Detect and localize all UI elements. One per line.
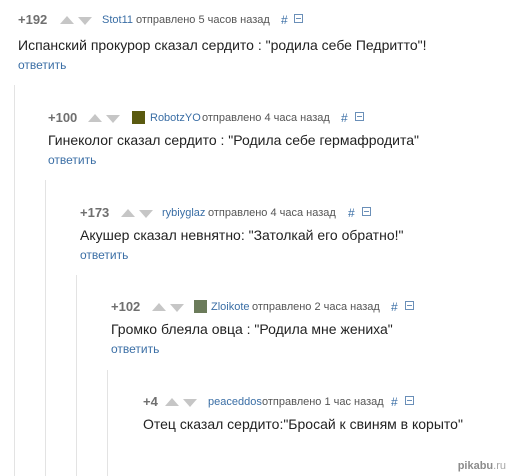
thread-line (76, 275, 77, 476)
collapse-thread-icon[interactable] (355, 112, 364, 121)
downvote-arrow-icon[interactable] (170, 304, 184, 312)
comment-permalink[interactable]: # (391, 394, 398, 410)
user-avatar (194, 300, 207, 313)
comment-text: Испанский прокурор сказал сердито : "род… (18, 37, 427, 53)
comment-timestamp: отправлено 4 часа назад (202, 112, 330, 124)
comment-timestamp: отправлено 5 часов назад (136, 14, 270, 26)
reply-link[interactable]: ответить (111, 342, 159, 356)
comment-permalink[interactable]: # (348, 205, 355, 221)
downvote-arrow-icon[interactable] (183, 399, 197, 407)
thread-line (14, 85, 15, 476)
comment-rating: +192 (18, 12, 48, 27)
comment-text: Громко блеяла овца : "Родила мне жениха" (111, 321, 393, 337)
comment-rating: +4 (143, 394, 158, 409)
thread-line (45, 180, 46, 476)
comment-permalink[interactable]: # (391, 299, 398, 315)
comment-author-link[interactable]: Stot11 (102, 12, 133, 28)
user-avatar (132, 111, 145, 124)
upvote-arrow-icon[interactable] (121, 209, 135, 217)
comment-text: Гинеколог сказал сердито : "Родила себе … (48, 132, 420, 148)
watermark-suffix: .ru (493, 460, 506, 472)
comment-rating: +100 (48, 110, 78, 125)
upvote-arrow-icon[interactable] (60, 16, 74, 24)
comment-permalink[interactable]: # (341, 110, 348, 126)
reply-link[interactable]: ответить (48, 153, 96, 167)
upvote-arrow-icon[interactable] (152, 303, 166, 311)
comment-author-link[interactable]: Zloikote (211, 299, 250, 315)
comment-rating: +102 (111, 299, 141, 314)
comment-timestamp: отправлено 2 часа назад (252, 301, 380, 313)
collapse-thread-icon[interactable] (294, 14, 303, 23)
watermark-brand: pikabu (457, 460, 494, 472)
comment-timestamp: отправлено 4 часа назад (208, 207, 336, 219)
comment-timestamp: отправлено 1 час назад (262, 396, 384, 408)
comment-author-link[interactable]: rybiyglaz (162, 205, 205, 221)
comment-author-link[interactable]: RobotzYO (150, 110, 201, 126)
comment-text: Отец сказал сердито:"Бросай к свиням в к… (143, 416, 463, 432)
downvote-arrow-icon[interactable] (78, 17, 92, 25)
reply-link[interactable]: ответить (80, 248, 128, 262)
collapse-thread-icon[interactable] (405, 301, 414, 310)
reply-link[interactable]: ответить (18, 58, 66, 72)
comment-author-link[interactable]: peaceddos (208, 394, 262, 410)
thread-line (107, 370, 108, 476)
upvote-arrow-icon[interactable] (165, 398, 179, 406)
pikabu-watermark: pikabu.ru (458, 460, 506, 472)
upvote-arrow-icon[interactable] (88, 114, 102, 122)
comment-permalink[interactable]: # (281, 12, 288, 28)
downvote-arrow-icon[interactable] (139, 210, 153, 218)
comment-text: Акушер сказал невнятно: "Затолкай его об… (80, 227, 404, 243)
downvote-arrow-icon[interactable] (106, 115, 120, 123)
comment-rating: +173 (80, 205, 110, 220)
collapse-thread-icon[interactable] (405, 396, 414, 405)
collapse-thread-icon[interactable] (362, 207, 371, 216)
